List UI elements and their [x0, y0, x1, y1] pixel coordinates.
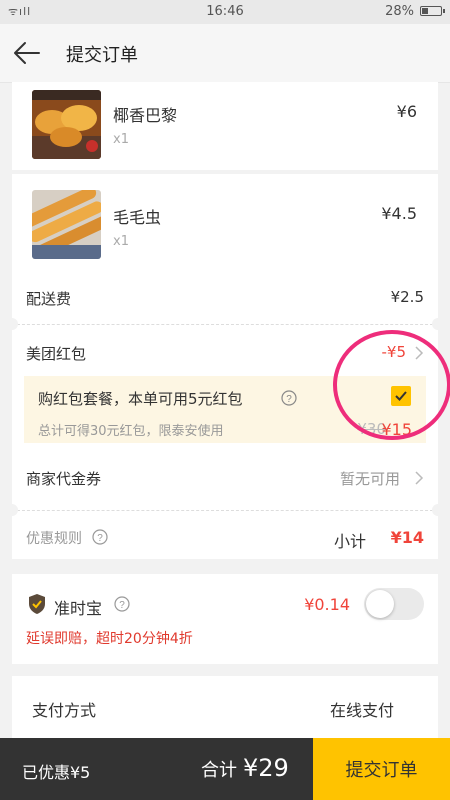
subtotal-label: 小计: [333, 532, 366, 551]
rules-label[interactable]: 优惠规则: [26, 531, 82, 547]
svg-text:?: ?: [286, 394, 292, 405]
delivery-fee-value: ¥2.5: [390, 288, 424, 306]
delivery-fee-label: 配送费: [26, 290, 72, 308]
ontime-title: 准时宝: [54, 599, 103, 618]
bottom-bar: 已优惠¥5 合计 ¥29 提交订单: [0, 738, 450, 800]
svg-text:?: ?: [119, 600, 125, 611]
item-price: ¥4.5: [381, 204, 417, 223]
red-packet-label: 美团红包: [26, 345, 87, 363]
item-qty: x1: [113, 132, 129, 147]
ontime-price: ¥0.14: [304, 595, 350, 614]
page-title: 提交订单: [66, 45, 138, 66]
status-time: 16:46: [206, 4, 244, 19]
red-packet-value: -¥5: [381, 343, 407, 361]
notch: [6, 504, 18, 516]
voucher-value: 暂无可用: [339, 470, 400, 488]
promo-desc: 总计可得30元红包，限泰安使用: [38, 424, 224, 439]
check-icon: [395, 391, 407, 401]
promo-title: 购红包套餐，本单可用5元红包: [38, 390, 243, 408]
chevron-right-icon: [415, 471, 424, 485]
chevron-right-icon: [415, 346, 424, 360]
shield-icon: [29, 594, 45, 614]
question-icon[interactable]: ?: [92, 529, 108, 545]
voucher-row[interactable]: 商家代金券 暂无可用: [26, 468, 424, 489]
ontime-toggle[interactable]: [364, 588, 424, 620]
total: 合计 ¥29: [201, 754, 289, 782]
nav-bar: 提交订单: [0, 24, 450, 83]
subtotal-value: ¥14: [390, 528, 424, 547]
battery-percent: 28%: [385, 4, 414, 19]
divider: [12, 510, 438, 511]
order-item-card: 毛毛虫 x1 ¥4.5: [12, 174, 438, 269]
ontime-card: 准时宝 ? ¥0.14 延误即赔，超时20分钟4折: [12, 574, 438, 664]
red-packet-promo[interactable]: 购红包套餐，本单可用5元红包 ? 总计可得30元红包，限泰安使用 ¥30 ¥15: [24, 376, 426, 443]
item-qty: x1: [113, 234, 129, 249]
divider: [12, 324, 438, 325]
payment-label: 支付方式: [32, 701, 97, 720]
order-item: 毛毛虫 x1 ¥4.5: [12, 174, 438, 264]
product-image: [32, 90, 101, 159]
promo-checkbox[interactable]: [391, 386, 411, 406]
rules-row: 优惠规则 ? 小计 ¥14: [26, 528, 424, 551]
back-arrow-icon[interactable]: [12, 38, 42, 68]
product-image: [32, 190, 101, 259]
total-amount: ¥29: [243, 754, 289, 782]
item-name: 椰香巴黎: [113, 106, 178, 125]
voucher-label: 商家代金券: [26, 470, 102, 488]
question-icon[interactable]: ?: [114, 596, 130, 612]
payment-value: 在线支付: [329, 701, 394, 720]
notch: [432, 318, 444, 330]
ontime-desc: 延误即赔，超时20分钟4折: [26, 631, 193, 647]
question-icon[interactable]: ?: [281, 390, 297, 406]
red-packet-row[interactable]: 美团红包 -¥5: [26, 343, 424, 364]
item-name: 毛毛虫: [113, 208, 162, 227]
delivery-fee-row: 配送费 ¥2.5: [26, 288, 424, 309]
notch: [6, 318, 18, 330]
item-price: ¥6: [396, 102, 417, 121]
battery-icon: [420, 6, 445, 16]
order-item-card: 椰香巴黎 x1 ¥6: [12, 82, 438, 170]
svg-text:?: ?: [97, 533, 103, 544]
total-label: 合计: [201, 760, 237, 781]
order-item: 椰香巴黎 x1 ¥6: [12, 82, 438, 170]
submit-order-button[interactable]: 提交订单: [313, 738, 450, 800]
saved-amount: 已优惠¥5: [22, 763, 91, 782]
notch: [432, 504, 444, 516]
payment-card[interactable]: 支付方式 在线支付: [12, 676, 438, 738]
status-bar: ᯤıll 16:46 28%: [0, 0, 450, 24]
promo-new-price: ¥15: [381, 420, 412, 439]
